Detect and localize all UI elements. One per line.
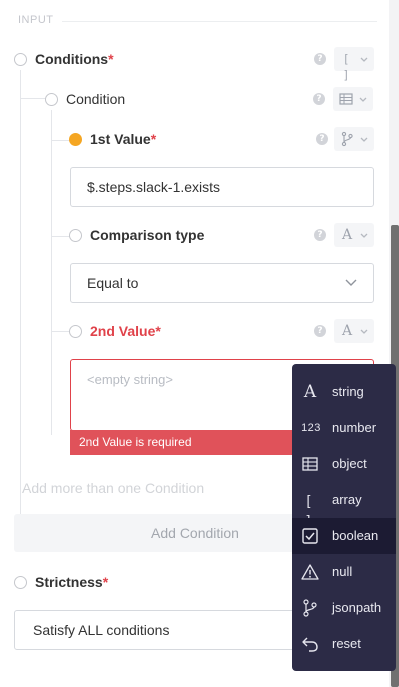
condition-radio[interactable] [45,93,58,106]
first-value-input[interactable]: $.steps.slack-1.exists [70,167,374,207]
first-value-label: 1st Value* [90,131,157,147]
type-menu-label: jsonpath [332,600,382,615]
object-icon [302,457,318,471]
type-menu-label: number [332,420,377,435]
comparison-selected-value: Equal to [87,275,139,291]
type-menu-item-null[interactable]: null [292,554,396,590]
string-icon: A [341,227,353,243]
help-icon[interactable]: ? [314,229,326,241]
condition-label: Condition [66,91,126,107]
first-value-radio[interactable] [69,133,82,146]
second-value-placeholder: <empty string> [87,372,173,387]
help-icon[interactable]: ? [314,53,326,65]
tree-line [52,236,70,237]
type-menu-label: array [332,492,362,507]
comparison-type-radio[interactable] [69,229,82,242]
first-value-type-button[interactable] [334,127,374,151]
tree-line [20,70,21,550]
type-menu-label: string [332,384,364,399]
tree-line [52,331,70,332]
strictness-selected-value: Satisfy ALL conditions [33,622,170,638]
type-menu-item-array[interactable]: [ ] array [292,482,396,528]
string-icon: A [303,382,317,402]
type-menu-label: null [332,564,353,579]
conditions-label: Conditions* [35,51,114,67]
strictness-radio[interactable] [14,576,27,589]
jsonpath-icon [341,131,353,147]
comparison-type-select[interactable]: Equal to [70,263,374,303]
type-menu-item-reset[interactable]: reset [292,626,396,662]
condition-type-button[interactable] [333,87,373,111]
second-value-radio[interactable] [69,325,82,338]
comparison-type-label: Comparison type [90,227,205,243]
type-menu-item-number[interactable]: 123 number [292,410,396,446]
type-menu-item-string[interactable]: A string [292,374,396,410]
number-icon: 123 [301,422,321,434]
help-icon[interactable]: ? [313,93,325,105]
comparison-type-button[interactable]: A [334,223,374,247]
type-menu-item-jsonpath[interactable]: jsonpath [292,590,396,626]
chevron-down-icon [360,137,368,142]
second-value-label: 2nd Value* [90,323,161,339]
add-more-hint: Add more than one Condition [22,480,205,496]
second-value-type-button[interactable]: A [334,319,374,343]
jsonpath-icon [303,599,317,617]
tree-line [51,110,52,435]
help-icon[interactable]: ? [314,325,326,337]
string-icon: A [341,323,353,339]
chevron-down-icon [345,279,357,286]
array-icon: [ ] [344,53,350,81]
strictness-select[interactable]: Satisfy ALL conditions [14,610,304,650]
chevron-down-icon [360,233,368,238]
reset-icon [302,637,318,652]
section-label: INPUT [18,14,54,26]
tree-line [52,140,70,141]
array-icon: [ ] [306,492,314,528]
type-menu-label: object [332,456,367,471]
conditions-radio[interactable] [14,53,27,66]
help-icon[interactable]: ? [316,133,328,145]
null-icon [301,564,319,580]
type-menu-label: boolean [332,528,379,543]
conditions-type-button[interactable]: [ ] [334,47,374,81]
tree-line [21,98,46,99]
strictness-label: Strictness* [35,574,109,590]
section-divider [62,21,377,22]
type-menu: A string 123 number object [ ] array boo… [292,364,396,671]
type-menu-item-object[interactable]: object [292,446,396,482]
object-icon [339,93,353,105]
chevron-down-icon [359,97,367,102]
chevron-down-icon [360,329,368,334]
type-menu-item-boolean[interactable]: boolean [292,518,396,554]
boolean-icon [302,528,318,544]
type-menu-label: reset [332,636,361,651]
chevron-down-icon [360,57,368,62]
